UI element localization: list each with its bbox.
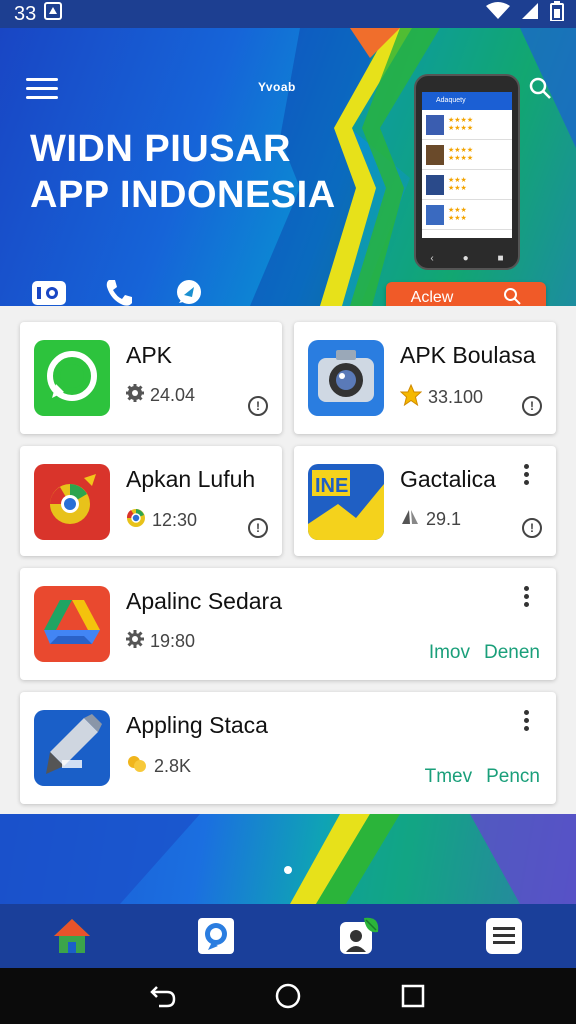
card-actions: Imov Denen	[429, 642, 540, 664]
menu-list-icon[interactable]	[482, 914, 526, 958]
system-navigation	[0, 968, 576, 1024]
hero-actions	[30, 274, 208, 306]
app-meta: 12:30	[126, 508, 197, 533]
cta-search-icon	[503, 287, 522, 307]
app-card-apalinc-sedara[interactable]: Apalinc Sedara 19:80 Imov Denen	[20, 568, 556, 680]
gear-icon	[126, 384, 144, 407]
app-card-apk-boulasa[interactable]: APK Boulasa 33.100 !	[294, 322, 556, 434]
signal-icon	[520, 2, 540, 26]
phone-mockup: Adaquety ★★★★ ★★★★ ★★★★ ★★★★ ★★★ ★★★ ★★★ ★★★…	[414, 74, 520, 270]
notification-icon	[44, 2, 63, 26]
page-indicator	[284, 866, 292, 874]
action-link-2[interactable]: Denen	[484, 642, 540, 664]
search-icon[interactable]	[528, 76, 552, 100]
action-link-2[interactable]: Pencn	[486, 766, 540, 788]
app-name: Gactalica	[400, 466, 496, 492]
info-icon[interactable]: !	[522, 396, 542, 416]
app-meta: 2.8K	[126, 754, 191, 779]
app-name: Apalinc Sedara	[126, 588, 282, 614]
lower-banner	[0, 814, 576, 904]
title-line-2: APP INDONESIA	[30, 174, 336, 216]
app-card-apkan-lufuh[interactable]: Apkan Lufuh 12:30 !	[20, 446, 282, 556]
arrows-icon	[400, 508, 420, 531]
star-icon	[399, 383, 423, 411]
camera-app-icon	[308, 340, 384, 416]
info-icon[interactable]: !	[248, 518, 268, 538]
profile-leaf-icon[interactable]	[338, 914, 382, 958]
cta-label: Aclew	[410, 289, 454, 306]
action-link-1[interactable]: Imov	[429, 642, 470, 664]
app-name: APK Boulasa	[400, 342, 536, 368]
gear-icon	[126, 630, 144, 653]
app-card-appling-staca[interactable]: Appling Staca 2.8K Tmev Pencn	[20, 692, 556, 804]
chat-nav-icon[interactable]	[194, 914, 238, 958]
title-line-1: WIDN PIUSAR	[30, 128, 291, 170]
wifi-icon	[486, 2, 510, 26]
app-name: Appling Staca	[126, 712, 268, 738]
app-meta-value: 2.8K	[154, 756, 192, 776]
bottom-navigation	[0, 904, 576, 968]
card-actions: Tmev Pencn	[425, 766, 540, 788]
app-meta: 19:80	[126, 630, 195, 653]
banner-shapes	[0, 814, 576, 904]
search-cta-button[interactable]: Aclew	[386, 282, 546, 306]
info-icon[interactable]: !	[248, 396, 268, 416]
back-icon[interactable]	[148, 981, 178, 1011]
chrome-app-icon	[34, 464, 110, 540]
recents-icon[interactable]	[398, 981, 428, 1011]
app-name: Apkan Lufuh	[126, 466, 256, 492]
brand-logo: Yvoab	[258, 80, 296, 94]
status-time: 33	[14, 2, 37, 25]
chrome-icon	[126, 508, 146, 533]
app-card-apk[interactable]: APK 24.04 !	[20, 322, 282, 434]
page-title: WIDN PIUSAR APP INDONESIA	[30, 126, 370, 218]
hero-banner: Yvoab WIDN PIUSAR APP INDONESIA Adaquety…	[0, 28, 576, 306]
line-chart-app-icon: INE	[308, 464, 384, 540]
status-bar: 33	[0, 0, 576, 28]
app-meta-value: 24.04	[150, 385, 196, 405]
more-options-icon[interactable]	[524, 464, 530, 488]
drive-app-icon	[34, 586, 110, 662]
app-meta-value: 29.1	[426, 509, 462, 529]
app-card-gactalica[interactable]: INE Gactalica 29.1 !	[294, 446, 556, 556]
app-name: APK	[126, 342, 173, 368]
menu-icon[interactable]	[26, 78, 58, 100]
app-meta: 33.100	[399, 383, 484, 411]
coins-icon	[126, 754, 148, 779]
camera-icon[interactable]	[30, 274, 68, 306]
info-icon[interactable]: !	[522, 518, 542, 538]
more-options-icon[interactable]	[524, 586, 530, 610]
pen-app-icon	[34, 710, 110, 786]
svg-text:INE: INE	[315, 475, 348, 497]
app-meta: 29.1	[400, 508, 461, 531]
app-meta-value: 33.100	[428, 387, 484, 407]
phone-icon[interactable]	[100, 274, 138, 306]
action-link-1[interactable]: Tmev	[425, 766, 473, 788]
home-icon[interactable]	[50, 914, 94, 958]
whatsapp-icon	[34, 340, 110, 416]
chat-icon[interactable]	[170, 274, 208, 306]
app-meta-value: 19:80	[150, 631, 196, 651]
battery-icon	[550, 1, 564, 27]
more-options-icon[interactable]	[524, 710, 530, 734]
home-button-icon[interactable]	[273, 981, 303, 1011]
app-meta: 24.04	[126, 384, 195, 407]
app-meta-value: 12:30	[152, 510, 198, 530]
